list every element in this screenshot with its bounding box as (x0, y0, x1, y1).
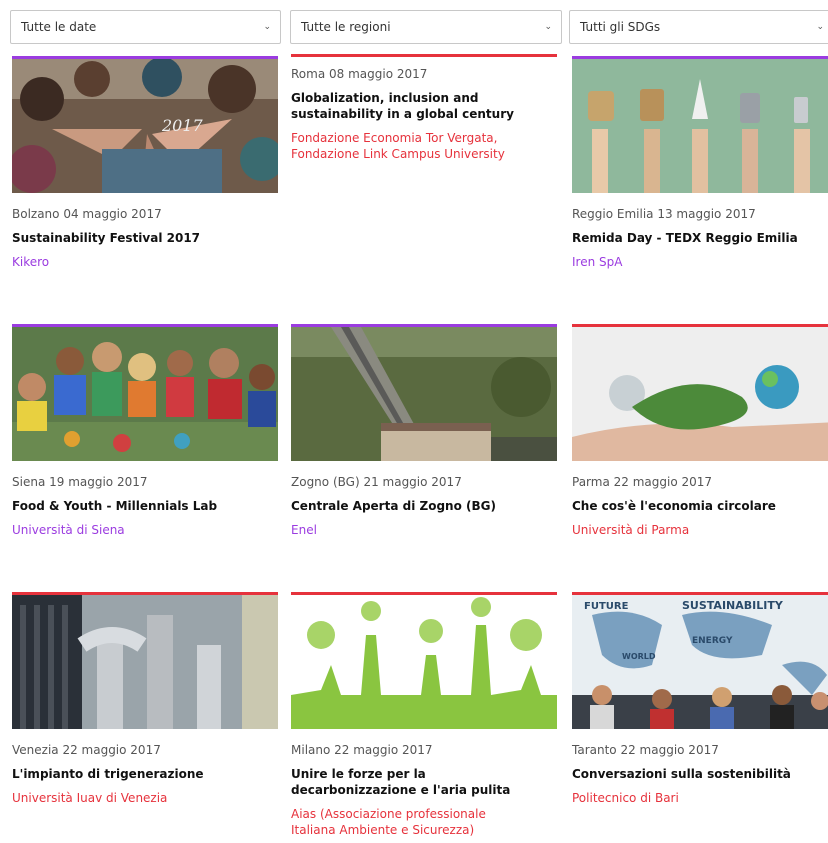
chevron-down-icon: ⌄ (816, 22, 824, 32)
event-card[interactable]: 2017 Bolzano 04 maggio 2017 Sustainabili… (12, 56, 278, 270)
event-organizer[interactable]: Università di Parma (572, 522, 828, 538)
map-word: SUSTAINABILITY (682, 599, 784, 612)
event-card[interactable]: FUTURE SUSTAINABILITY ENERGY WORLD Taran… (572, 592, 828, 806)
event-organizer[interactable]: Politecnico di Bari (572, 790, 828, 806)
event-organizer[interactable]: Kikero (12, 254, 278, 270)
map-word: WORLD (622, 652, 656, 661)
event-title[interactable]: Unire le forze per la decarbonizzazione … (291, 766, 526, 798)
event-card[interactable]: Reggio Emilia 13 maggio 2017 Remida Day … (572, 56, 828, 270)
accent-bar (291, 54, 557, 57)
filter-bar: Tutte le date ⌄ Tutte le regioni ⌄ Tutti… (0, 10, 828, 46)
event-card[interactable]: Venezia 22 maggio 2017 L'impianto di tri… (12, 592, 278, 806)
event-card[interactable]: Milano 22 maggio 2017 Unire le forze per… (291, 592, 557, 838)
event-title[interactable]: Sustainability Festival 2017 (12, 230, 278, 246)
event-meta: Parma 22 maggio 2017 (572, 475, 713, 489)
event-organizer[interactable]: Iren SpA (572, 254, 828, 270)
region-filter-select[interactable]: Tutte le regioni ⌄ (290, 10, 562, 44)
sdg-filter-select[interactable]: Tutti gli SDGs ⌄ (569, 10, 828, 44)
event-title[interactable]: Che cos'è l'economia circolare (572, 498, 828, 514)
chevron-down-icon: ⌄ (263, 22, 271, 32)
event-title[interactable]: Remida Day - TEDX Reggio Emilia (572, 230, 828, 246)
map-word: FUTURE (584, 601, 629, 612)
event-title[interactable]: L'impianto di trigenerazione (12, 766, 278, 782)
event-meta: Milano 22 maggio 2017 (291, 743, 433, 757)
chevron-down-icon: ⌄ (544, 22, 552, 32)
event-image[interactable]: FUTURE SUSTAINABILITY ENERGY WORLD (572, 595, 828, 729)
sdg-filter-label: Tutti gli SDGs (580, 20, 661, 34)
event-title[interactable]: Conversazioni sulla sostenibilità (572, 766, 828, 782)
date-filter-label: Tutte le date (21, 20, 97, 34)
event-image[interactable] (12, 595, 278, 729)
event-image[interactable] (291, 327, 557, 461)
event-title[interactable]: Food & Youth - Millennials Lab (12, 498, 278, 514)
event-card[interactable]: Siena 19 maggio 2017 Food & Youth - Mill… (12, 324, 278, 538)
event-meta: Zogno (BG) 21 maggio 2017 (291, 475, 462, 489)
event-image[interactable]: 2017 (12, 59, 278, 193)
event-title[interactable]: Globalization, inclusion and sustainabil… (291, 90, 521, 122)
event-meta: Venezia 22 maggio 2017 (12, 743, 161, 757)
event-meta: Siena 19 maggio 2017 (12, 475, 148, 489)
event-meta: Bolzano 04 maggio 2017 (12, 207, 162, 221)
event-meta: Taranto 22 maggio 2017 (572, 743, 719, 757)
event-meta: Roma 08 maggio 2017 (291, 67, 428, 81)
event-image[interactable] (291, 595, 557, 729)
event-organizer[interactable]: Università di Siena (12, 522, 278, 538)
event-image[interactable] (12, 327, 278, 461)
event-card[interactable]: Roma 08 maggio 2017 Globalization, inclu… (291, 54, 557, 162)
event-organizer[interactable]: Fondazione Economia Tor Vergata, Fondazi… (291, 130, 541, 162)
event-organizer[interactable]: Aias (Associazione professionale Italian… (291, 806, 526, 838)
event-organizer[interactable]: Università Iuav di Venezia (12, 790, 278, 806)
region-filter-label: Tutte le regioni (301, 20, 391, 34)
event-title[interactable]: Centrale Aperta di Zogno (BG) (291, 498, 557, 514)
event-card[interactable]: Parma 22 maggio 2017 Che cos'è l'economi… (572, 324, 828, 538)
event-card[interactable]: Zogno (BG) 21 maggio 2017 Centrale Apert… (291, 324, 557, 538)
event-organizer[interactable]: Enel (291, 522, 557, 538)
event-meta: Reggio Emilia 13 maggio 2017 (572, 207, 756, 221)
map-word: ENERGY (692, 636, 733, 646)
event-image[interactable] (572, 59, 828, 193)
photo-caption: 2017 (161, 116, 204, 135)
event-image[interactable] (572, 327, 828, 461)
date-filter-select[interactable]: Tutte le date ⌄ (10, 10, 281, 44)
